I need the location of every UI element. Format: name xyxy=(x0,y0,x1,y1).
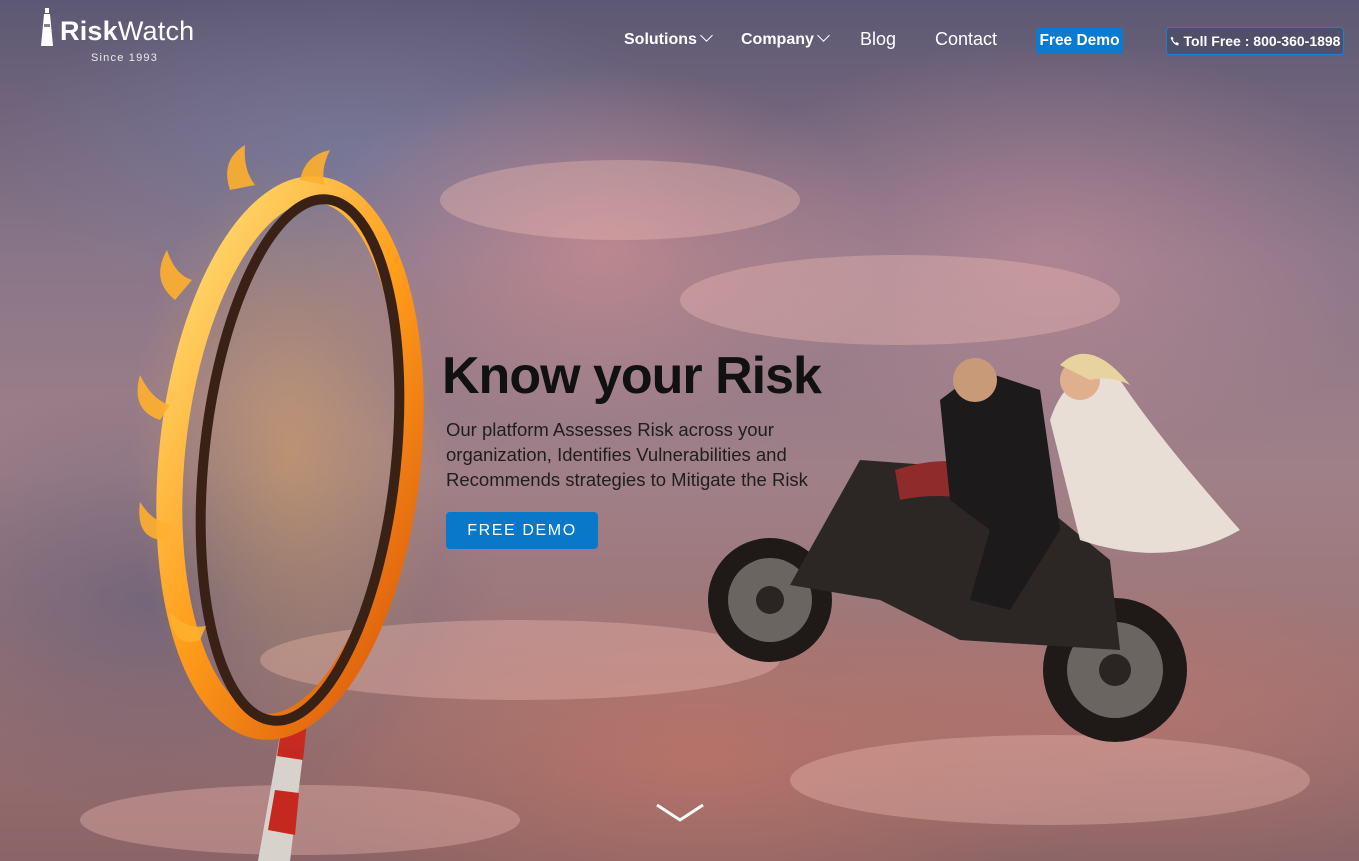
chevron-down-icon[interactable] xyxy=(654,800,706,826)
nav-item-label: Solutions xyxy=(624,31,697,48)
nav-item-contact[interactable]: Contact xyxy=(935,29,997,55)
nav-item-solutions[interactable]: Solutions xyxy=(624,29,713,57)
hero-title: Know your Risk xyxy=(442,347,822,405)
free-demo-cta-button[interactable]: FREE DEMO xyxy=(446,512,598,549)
toll-free-phone-button[interactable]: Toll Free : 800-360-1898 xyxy=(1166,27,1344,55)
motorcycle-riders xyxy=(708,353,1240,742)
hero-subtitle: Our platform Assesses Risk across your o… xyxy=(446,419,808,490)
lighthouse-icon xyxy=(41,8,53,46)
hero-section: RiskWatch Since 1993 Solutions Company B… xyxy=(0,0,1359,861)
phone-label: Toll Free : 800-360-1898 xyxy=(1183,33,1341,49)
nav-item-blog[interactable]: Blog xyxy=(860,29,896,55)
chevron-down-icon xyxy=(817,29,830,42)
chevron-down-icon xyxy=(700,29,713,42)
brand-name-bold: Risk xyxy=(60,16,118,46)
phone-icon xyxy=(1170,36,1179,46)
brand-name: RiskWatch xyxy=(60,16,194,47)
brand-tagline: Since 1993 xyxy=(91,52,159,64)
nav-item-company[interactable]: Company xyxy=(741,29,830,57)
free-demo-nav-button[interactable]: Free Demo xyxy=(1036,28,1123,54)
ring-of-fire xyxy=(130,145,450,755)
brand-logo[interactable]: RiskWatch Since 1993 xyxy=(40,6,200,66)
brand-name-light: Watch xyxy=(117,16,195,46)
nav-item-label: Company xyxy=(741,31,814,48)
